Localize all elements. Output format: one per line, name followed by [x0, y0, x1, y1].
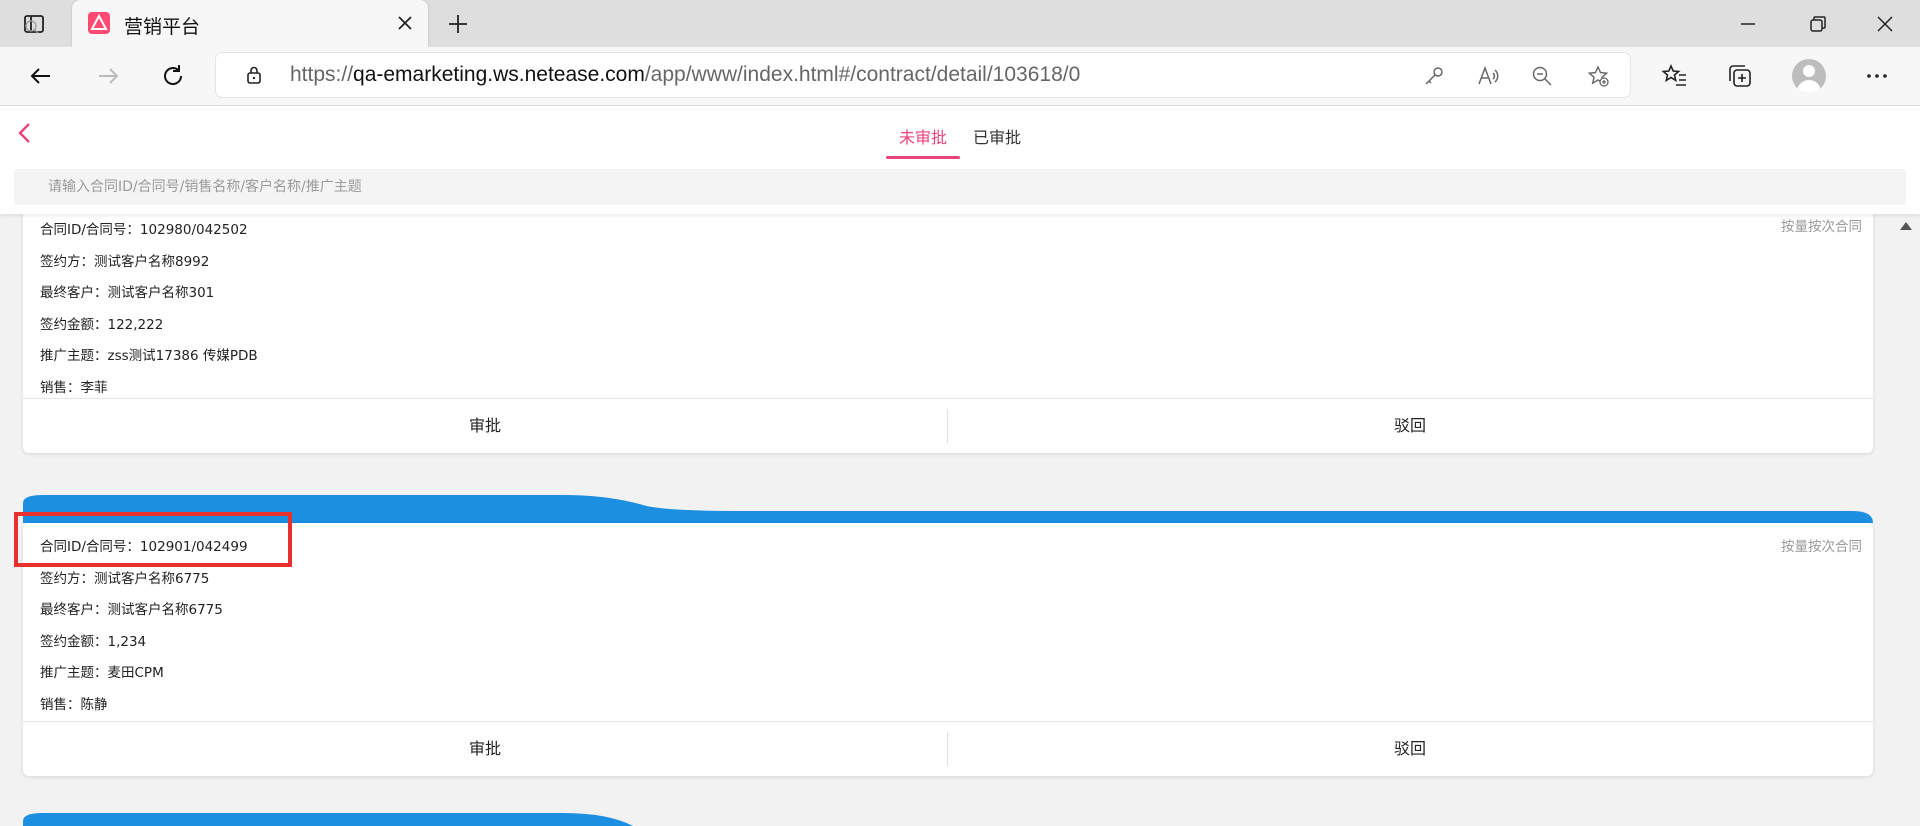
end-customer-line: 最终客户：测试客户名称301 — [40, 285, 215, 301]
promotion-topic-line: 推广主题：麦田CPM — [40, 665, 164, 681]
url-scheme: https:// — [290, 63, 354, 86]
password-key-icon[interactable] — [1422, 64, 1446, 88]
reload-icon[interactable] — [158, 61, 188, 91]
contract-id-line: 合同ID/合同号：102980/042502 — [40, 222, 248, 238]
contract-amount-line: 签约金额：1,234 — [40, 633, 147, 650]
signing-party-line: 签约方：测试客户名称6775 — [40, 570, 210, 587]
back-chevron-icon[interactable] — [14, 120, 38, 146]
approve-button[interactable]: 审批 — [23, 722, 947, 776]
tab-title: 营销平台 — [124, 16, 201, 38]
collections-icon[interactable] — [1725, 61, 1755, 91]
read-aloud-icon[interactable] — [1476, 64, 1500, 88]
reject-button[interactable]: 驳回 — [948, 399, 1872, 453]
add-favorite-icon[interactable] — [1586, 64, 1610, 88]
contract-info: 合同ID/合同号：102980/042502 签约方：测试客户名称8992 最终… — [40, 215, 258, 404]
lock-icon[interactable] — [244, 65, 264, 85]
contract-card: 按量按次合同 合同ID/合同号：102901/042499 签约方：测试客户名称… — [23, 523, 1873, 776]
promotion-topic-line: 推广主题：zss测试17386 传媒PDB — [40, 348, 258, 364]
restore-window-icon[interactable] — [1806, 12, 1830, 36]
new-tab-icon[interactable] — [446, 12, 470, 36]
page-header: 未审批 已审批 — [0, 106, 1920, 161]
favorites-icon[interactable] — [1659, 61, 1689, 91]
site-favicon-icon — [88, 12, 110, 34]
forward-arrow-icon[interactable] — [93, 61, 123, 91]
active-tab-indicator — [886, 156, 960, 159]
profile-avatar[interactable] — [1792, 59, 1826, 93]
browser-tab-active[interactable]: 营销平台 — [72, 0, 428, 47]
card-header-banner — [23, 495, 1873, 523]
url-host: qa-emarketing.ws.netease.com — [353, 63, 645, 86]
back-arrow-icon[interactable] — [26, 61, 56, 91]
card-actions: 审批 驳回 — [23, 398, 1873, 453]
contract-id-line: 合同ID/合同号：102901/042499 — [40, 539, 248, 555]
address-bar[interactable]: https://qa-emarketing.ws.netease.com/app… — [216, 53, 1630, 97]
contract-type-tag: 按量按次合同 — [1781, 219, 1862, 235]
zoom-out-icon[interactable] — [1530, 64, 1554, 88]
close-window-icon[interactable] — [1873, 12, 1897, 36]
approve-button[interactable]: 审批 — [23, 399, 947, 453]
url-text[interactable]: https://qa-emarketing.ws.netease.com/app… — [290, 63, 1080, 87]
sales-line: 销售：陈静 — [40, 696, 108, 713]
search-bar — [0, 160, 1920, 214]
contract-amount-line: 签约金额：122,222 — [40, 316, 164, 333]
signing-party-line: 签约方：测试客户名称8992 — [40, 253, 210, 270]
url-path: /app/www/index.html#/contract/detail/103… — [644, 63, 1081, 86]
more-options-icon[interactable] — [1862, 61, 1892, 91]
browser-toolbar: https://qa-emarketing.ws.netease.com/app… — [0, 47, 1920, 106]
end-customer-line: 最终客户：测试客户名称6775 — [40, 602, 223, 618]
reject-button[interactable]: 驳回 — [948, 722, 1872, 776]
tab-pending[interactable]: 未审批 — [899, 124, 947, 148]
close-tab-icon[interactable] — [394, 12, 416, 34]
tab-approved[interactable]: 已审批 — [973, 124, 1021, 148]
contract-type-tag: 按量按次合同 — [1781, 539, 1862, 555]
card-actions: 审批 驳回 — [23, 721, 1873, 776]
search-icon — [25, 20, 39, 34]
contract-info: 合同ID/合同号：102901/042499 签约方：测试客户名称6775 最终… — [40, 532, 248, 721]
minimize-window-icon[interactable] — [1736, 12, 1760, 36]
card-header-banner — [23, 813, 633, 826]
search-input[interactable] — [14, 169, 1906, 205]
scrollbar-up-arrow[interactable] — [1900, 222, 1912, 230]
contract-card: 按量按次合同 合同ID/合同号：102980/042502 签约方：测试客户名称… — [23, 200, 1873, 453]
browser-tab-bar: 营销平台 — [0, 0, 1920, 47]
